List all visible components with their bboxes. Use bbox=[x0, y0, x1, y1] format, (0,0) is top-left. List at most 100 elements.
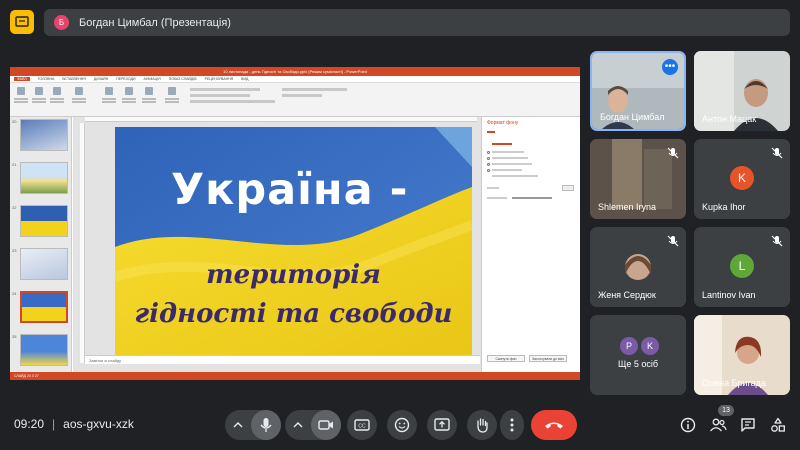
meet-app-icon[interactable] bbox=[10, 10, 34, 34]
mic-options-button[interactable] bbox=[225, 421, 251, 429]
people-button[interactable] bbox=[707, 414, 729, 436]
ppt-tab: ГОЛОВНА bbox=[37, 77, 55, 81]
ppt-status-text: СЛАЙД 24 З 27 bbox=[14, 374, 39, 378]
fill-radio bbox=[487, 163, 490, 166]
thumb-number: 25 bbox=[12, 334, 17, 339]
thumb-number: 21 bbox=[12, 162, 17, 167]
participant-tile[interactable]: ••• Богдан Цимбал bbox=[590, 51, 686, 131]
current-slide: Україна - територія гідності та свободи bbox=[115, 127, 472, 357]
ribbon-option bbox=[190, 100, 275, 103]
ribbon-option bbox=[282, 94, 322, 97]
ribbon-option bbox=[190, 94, 250, 97]
hand-icon bbox=[477, 418, 488, 433]
ppt-tab: ВСТАВЛЕННЯ bbox=[62, 77, 86, 81]
ribbon-button bbox=[165, 87, 179, 107]
slide-thumbnail[interactable] bbox=[20, 248, 68, 280]
participant-name: Lantinov Ivan bbox=[702, 290, 756, 300]
ribbon-button bbox=[102, 87, 116, 107]
meeting-details-button[interactable] bbox=[677, 414, 699, 436]
camera-control bbox=[285, 410, 341, 440]
format-pane-title: Формат фону bbox=[487, 120, 519, 126]
mic-control bbox=[225, 410, 281, 440]
fill-icon bbox=[487, 131, 495, 133]
presenter-label: Богдан Цимбал (Презентація) bbox=[79, 16, 231, 29]
slide-thumbnail-selected[interactable] bbox=[20, 291, 68, 323]
slide-thumbnail[interactable] bbox=[20, 162, 68, 194]
meeting-code[interactable]: aos-gxvu-xzk bbox=[63, 417, 134, 431]
hang-up-icon bbox=[545, 422, 563, 429]
ribbon-button bbox=[32, 87, 46, 107]
ppt-tab: РЕЦЕНЗУВАННЯ bbox=[204, 77, 234, 81]
transparency-label bbox=[487, 197, 507, 199]
fill-radio bbox=[487, 157, 490, 160]
camera-button[interactable] bbox=[311, 410, 341, 440]
participant-tile[interactable]: Женя Сердюк bbox=[590, 227, 686, 307]
more-participants-tile[interactable]: P K Ще 5 осіб bbox=[590, 315, 686, 395]
slide-subtitle-line1: територія bbox=[206, 260, 381, 290]
mic-off-icon bbox=[667, 235, 679, 247]
people-icon bbox=[710, 418, 727, 432]
participant-tile[interactable]: Shlemen Iryna bbox=[590, 139, 686, 219]
activities-button[interactable] bbox=[767, 414, 789, 436]
participant-name: Женя Сердюк bbox=[598, 290, 656, 300]
more-options-icon[interactable]: ••• bbox=[662, 59, 678, 75]
ppt-tab: ПЕРЕХОДИ bbox=[116, 77, 136, 81]
participant-tile[interactable]: Олена Бригада bbox=[694, 315, 790, 395]
participant-avatar: L bbox=[730, 254, 754, 278]
presentation-icon bbox=[15, 16, 29, 27]
present-button[interactable] bbox=[427, 410, 457, 440]
fill-option bbox=[492, 175, 538, 177]
color-picker bbox=[562, 185, 574, 191]
camera-icon bbox=[318, 420, 333, 430]
fill-radio bbox=[487, 169, 490, 172]
mic-off-icon bbox=[771, 147, 783, 159]
reactions-button[interactable] bbox=[387, 410, 417, 440]
camera-options-button[interactable] bbox=[285, 421, 311, 429]
ribbon-button bbox=[142, 87, 156, 107]
participant-tile[interactable]: K Kupka Ihor bbox=[694, 139, 790, 219]
emoji-icon bbox=[394, 417, 410, 433]
present-screen-icon bbox=[434, 418, 450, 431]
slide-thumbnail[interactable] bbox=[20, 119, 68, 151]
fill-option bbox=[492, 157, 528, 159]
thumb-number: 23 bbox=[12, 248, 17, 253]
thumb-number: 22 bbox=[12, 205, 17, 210]
mic-button[interactable] bbox=[251, 410, 281, 440]
ppt-ribbon-tabs: ФАЙЛ ГОЛОВНА ВСТАВЛЕННЯ ДИЗАЙН ПЕРЕХОДИ … bbox=[10, 76, 580, 83]
fill-option bbox=[492, 151, 524, 153]
svg-text:CC: CC bbox=[358, 424, 366, 430]
mic-icon bbox=[260, 418, 272, 432]
chat-button[interactable] bbox=[737, 414, 759, 436]
raise-hand-button[interactable] bbox=[467, 410, 497, 440]
participant-tile[interactable]: Антон Мацак bbox=[694, 51, 790, 131]
participant-name: Антон Мацак bbox=[702, 114, 757, 124]
more-participants-label: Ще 5 осіб bbox=[617, 359, 659, 369]
participant-name: Олена Бригада bbox=[702, 378, 766, 388]
slide-thumbnails: 20 21 22 23 24 25 bbox=[10, 117, 72, 372]
fill-radio bbox=[487, 151, 490, 154]
ppt-tab: ВИД bbox=[241, 77, 249, 81]
more-options-button[interactable] bbox=[500, 410, 524, 440]
participant-avatar: K bbox=[641, 337, 659, 355]
activities-icon bbox=[771, 417, 785, 432]
captions-icon: CC bbox=[354, 419, 370, 431]
clock-time: 09:20 bbox=[14, 417, 45, 431]
reset-background-button: Скинути фон bbox=[487, 355, 525, 362]
slide-thumbnail[interactable] bbox=[20, 334, 68, 366]
ribbon-option bbox=[190, 88, 260, 91]
captions-button[interactable]: CC bbox=[347, 410, 377, 440]
ppt-tab: ФАЙЛ bbox=[14, 77, 30, 81]
meeting-info: 09:20 | aos-gxvu-xzk bbox=[14, 417, 134, 431]
slide-subtitle-line2: гідності та свободи bbox=[134, 299, 453, 329]
slide-title: Україна - bbox=[171, 165, 409, 215]
thumb-number: 24 bbox=[12, 291, 17, 296]
slide-thumbnail[interactable] bbox=[20, 205, 68, 237]
ruler-horizontal bbox=[85, 117, 477, 122]
chevron-up-icon bbox=[233, 422, 243, 428]
presenter-banner[interactable]: Б Богдан Цимбал (Презентація) bbox=[44, 9, 790, 36]
ppt-tab: ДИЗАЙН bbox=[93, 77, 109, 81]
end-call-button[interactable] bbox=[531, 410, 577, 440]
fill-option bbox=[492, 163, 532, 165]
participant-tile[interactable]: L Lantinov Ivan bbox=[694, 227, 790, 307]
participant-avatar: P bbox=[620, 337, 638, 355]
